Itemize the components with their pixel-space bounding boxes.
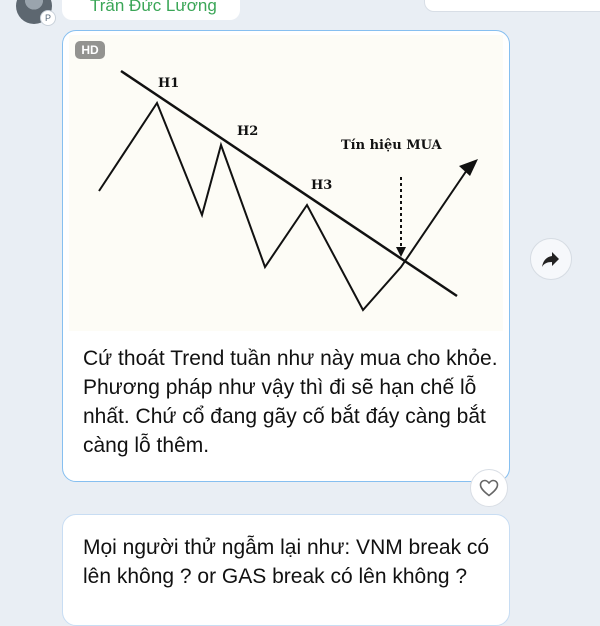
message-text-2: Mọi người thử ngẫm lại như: VNM break có… <box>83 536 490 588</box>
price-zigzag-line <box>98 100 470 312</box>
peak-label-h3: H3 <box>311 178 332 193</box>
buy-signal-label: Tín hiệu MUA <box>341 138 443 153</box>
hd-badge: HD <box>75 41 105 59</box>
react-heart-button[interactable] <box>470 469 508 507</box>
sender-name[interactable]: Trần Đức Lương <box>90 0 217 16</box>
message-card[interactable]: H1 H2 H3 Tín hiệu MUA HD Cứ thoát Trend … <box>62 30 510 482</box>
previous-message-bubble: Trần Đức Lương <box>62 0 240 20</box>
message-text: Cứ thoát Trend tuần như này mua cho khỏe… <box>83 347 498 457</box>
profile-badge-icon: P <box>40 10 56 26</box>
descending-trendline <box>120 69 458 298</box>
message-card-2[interactable]: Mọi người thử ngẫm lại như: VNM break có… <box>62 514 510 626</box>
previous-message-bubble-right <box>424 0 600 12</box>
forward-button[interactable] <box>530 238 572 280</box>
peak-label-h2: H2 <box>237 124 258 139</box>
buy-arrowhead <box>459 159 478 176</box>
heart-icon <box>479 479 499 497</box>
trend-diagram: H1 H2 H3 Tín hiệu MUA <box>98 69 478 312</box>
forward-arrow-icon <box>542 252 559 267</box>
peak-label-h1: H1 <box>158 76 179 91</box>
chat-header-strip: P Trần Đức Lương <box>0 0 600 28</box>
message-image[interactable]: H1 H2 H3 Tín hiệu MUA HD <box>69 35 503 331</box>
